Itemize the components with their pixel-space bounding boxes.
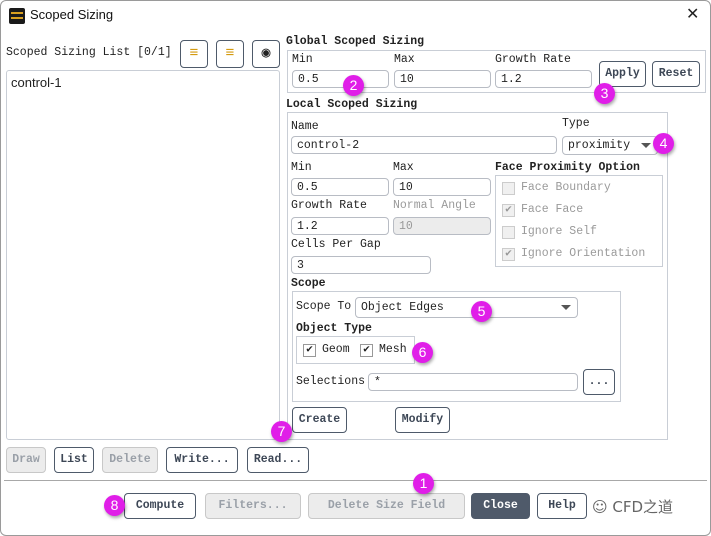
delete-size-field-button: Delete Size Field: [308, 493, 465, 519]
face-boundary-label: Face Boundary: [521, 181, 611, 194]
list-label: Scoped Sizing List [0/1]: [6, 46, 172, 59]
face-face-label: Face Face: [521, 203, 584, 216]
ignore-orientation-label: Ignore Orientation: [521, 247, 646, 260]
ignore-self-label: Ignore Self: [521, 225, 597, 238]
object-type-label: Object Type: [296, 322, 372, 335]
type-value: proximity: [568, 139, 631, 152]
scope-to-select[interactable]: Object Edges: [355, 297, 578, 318]
type-select[interactable]: proximity: [562, 136, 658, 155]
ignore-orientation-checkbox: ✔: [502, 248, 515, 261]
help-button[interactable]: Help: [537, 493, 587, 519]
local-title: Local Scoped Sizing: [286, 98, 418, 111]
annotation-badge: 7: [271, 421, 292, 442]
scope-title: Scope: [291, 277, 326, 290]
normal-angle-input: 10: [393, 217, 491, 235]
global-min-input[interactable]: 0.5: [292, 70, 389, 88]
scope-to-value: Object Edges: [361, 301, 444, 314]
local-growth-input[interactable]: 1.2: [291, 217, 389, 235]
face-face-checkbox: ✔: [502, 204, 515, 217]
delete-button: Delete: [102, 447, 158, 473]
type-label: Type: [562, 117, 590, 130]
face-proximity-title: Face Proximity Option: [495, 161, 640, 174]
app-logo-icon: [9, 8, 25, 24]
divider: [4, 480, 707, 481]
name-input[interactable]: control-2: [291, 136, 557, 154]
filters-button: Filters...: [205, 493, 301, 519]
list-button[interactable]: List: [54, 447, 94, 473]
wechat-icon: ☺: [592, 498, 613, 516]
global-max-input[interactable]: 10: [394, 70, 491, 88]
ignore-self-checkbox: [502, 226, 515, 239]
geom-label: Geom: [322, 343, 350, 356]
compute-button[interactable]: Compute: [124, 493, 196, 519]
deselect-all-icon[interactable]: ≡: [216, 40, 244, 68]
normal-angle-label: Normal Angle: [393, 199, 476, 212]
annotation-badge: 1: [413, 473, 434, 494]
create-button[interactable]: Create: [292, 407, 347, 433]
watermark-text: CFD之道: [612, 498, 674, 516]
annotation-badge: 8: [104, 495, 125, 516]
selections-input[interactable]: *: [368, 373, 578, 391]
radio-target-icon[interactable]: ◉: [252, 40, 280, 68]
close-button[interactable]: Close: [471, 493, 530, 519]
global-growth-label: Growth Rate: [495, 53, 571, 66]
global-growth-input[interactable]: 1.2: [495, 70, 592, 88]
window-title: Scoped Sizing: [30, 7, 114, 22]
cells-per-gap-input[interactable]: 3: [291, 256, 431, 274]
scoped-sizing-list[interactable]: control-1: [6, 70, 280, 440]
modify-button[interactable]: Modify: [395, 407, 450, 433]
global-min-label: Min: [292, 53, 313, 66]
list-item[interactable]: control-1: [7, 71, 279, 94]
local-max-input[interactable]: 10: [393, 178, 491, 196]
write-button[interactable]: Write...: [166, 447, 238, 473]
reset-button[interactable]: Reset: [652, 61, 700, 87]
selections-label: Selections: [296, 375, 366, 388]
local-min-label: Min: [291, 161, 312, 174]
watermark: ☺ CFD之道: [592, 496, 673, 517]
chevron-down-icon: [641, 143, 651, 148]
browse-selections-button[interactable]: ...: [583, 369, 615, 395]
cells-per-gap-label: Cells Per Gap: [291, 238, 381, 251]
annotation-badge: 4: [653, 133, 674, 154]
select-all-icon[interactable]: ≡: [180, 40, 208, 68]
annotation-badge: 5: [471, 301, 492, 322]
name-label: Name: [291, 120, 319, 133]
mesh-label: Mesh: [379, 343, 407, 356]
local-growth-label: Growth Rate: [291, 199, 367, 212]
geom-checkbox[interactable]: ✔: [303, 344, 316, 357]
annotation-badge: 2: [343, 75, 364, 96]
global-max-label: Max: [394, 53, 415, 66]
chevron-down-icon: [561, 305, 571, 310]
close-window-icon[interactable]: ✕: [686, 4, 699, 23]
annotation-badge: 6: [412, 342, 433, 363]
annotation-badge: 3: [594, 83, 615, 104]
draw-button: Draw: [6, 447, 46, 473]
read-button[interactable]: Read...: [247, 447, 309, 473]
global-title: Global Scoped Sizing: [286, 35, 425, 48]
local-min-input[interactable]: 0.5: [291, 178, 389, 196]
local-max-label: Max: [393, 161, 414, 174]
scope-to-label: Scope To: [296, 300, 352, 313]
mesh-checkbox[interactable]: ✔: [360, 344, 373, 357]
face-boundary-checkbox: [502, 182, 515, 195]
